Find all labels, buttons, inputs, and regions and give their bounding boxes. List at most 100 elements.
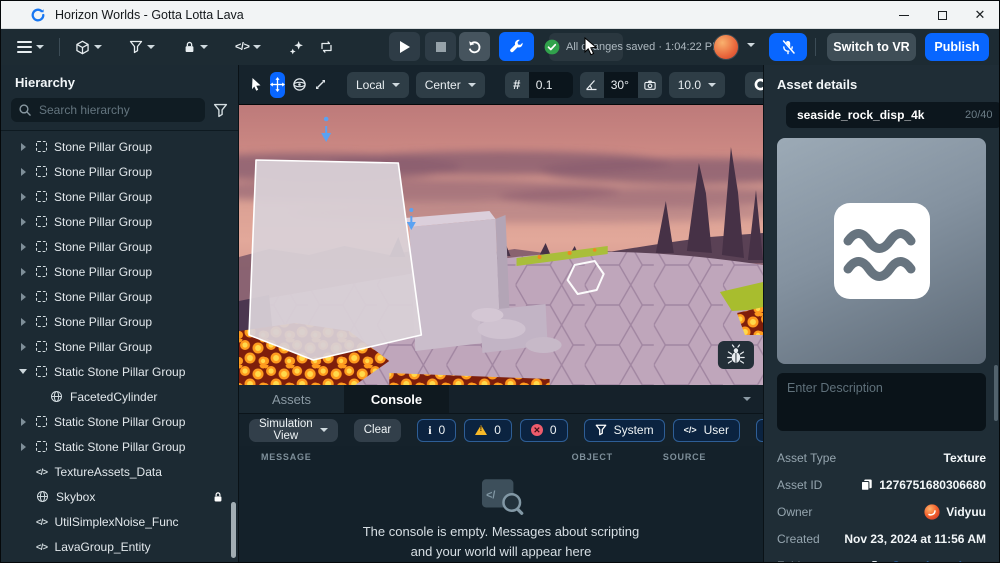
- main-toolbar: </> All changes saved · 1:04:22 PM Switc…: [1, 29, 999, 65]
- transform-space-dropdown[interactable]: Local: [347, 72, 409, 98]
- expand-caret-icon[interactable]: [21, 193, 26, 201]
- rotate-tool-button[interactable]: [292, 72, 307, 98]
- property-label: Folder: [777, 559, 811, 563]
- camera-speed-dropdown[interactable]: 10.0: [669, 72, 725, 98]
- info-filter-button[interactable]: i0: [417, 419, 456, 442]
- expand-caret-icon[interactable]: [21, 418, 26, 426]
- folder-icon: [871, 560, 885, 563]
- texture-preview: [777, 138, 986, 364]
- asset-name-field[interactable]: 20/40: [786, 102, 1000, 128]
- hierarchy-item[interactable]: </>TextureAssets_Data: [1, 459, 238, 484]
- mic-mute-button[interactable]: [769, 33, 807, 61]
- hierarchy-item[interactable]: FacetedCylinder: [1, 384, 238, 409]
- account-chevron-icon[interactable]: [747, 43, 755, 47]
- pivot-dropdown[interactable]: Center: [416, 72, 485, 98]
- user-filter-button[interactable]: </> User: [673, 419, 740, 442]
- hierarchy-item[interactable]: Stone Pillar Group: [1, 334, 238, 359]
- hierarchy-item[interactable]: </>UtilSimplexNoise_Func: [1, 509, 238, 534]
- expand-caret-icon[interactable]: [21, 168, 26, 176]
- build-objects-dropdown[interactable]: [75, 32, 102, 62]
- hierarchy-item[interactable]: Stone Pillar Group: [1, 209, 238, 234]
- hierarchy-item[interactable]: Stone Pillar Group: [1, 234, 238, 259]
- selected-pillar-box[interactable]: [249, 160, 421, 360]
- error-filter-button[interactable]: ✕0: [520, 419, 568, 442]
- publish-button[interactable]: Publish: [925, 33, 989, 61]
- expand-caret-icon[interactable]: [21, 218, 26, 226]
- angle-snap-input[interactable]: [604, 72, 638, 98]
- panel-collapse-chevron-icon[interactable]: [743, 385, 751, 413]
- clear-button[interactable]: Clear: [354, 419, 401, 442]
- select-tool-button[interactable]: [249, 72, 263, 98]
- property-value[interactable]: Gotta Lotta Lava: [891, 559, 986, 563]
- expand-caret-icon[interactable]: [21, 443, 26, 451]
- play-icon: [400, 41, 410, 53]
- scale-tool-button[interactable]: [314, 72, 327, 98]
- debug-button[interactable]: [718, 341, 754, 369]
- char-counter: 20/40: [965, 109, 993, 121]
- expand-caret-icon[interactable]: [21, 343, 26, 351]
- expand-caret-icon[interactable]: [21, 293, 26, 301]
- hierarchy-item[interactable]: Stone Pillar Group: [1, 159, 238, 184]
- hierarchy-search[interactable]: [11, 98, 205, 122]
- hierarchy-item[interactable]: Stone Pillar Group: [1, 309, 238, 334]
- view-mode-dropdown[interactable]: Simulation View: [249, 419, 338, 442]
- hierarchy-item[interactable]: Stone Pillar Group: [1, 134, 238, 159]
- hierarchy-item[interactable]: Static Stone Pillar Group: [1, 409, 238, 434]
- viewport-3d-scene[interactable]: [239, 105, 763, 385]
- move-tool-button[interactable]: [270, 72, 285, 98]
- user-avatar[interactable]: [713, 34, 739, 60]
- script-icon: </>: [36, 542, 48, 552]
- hierarchy-item[interactable]: Static Stone Pillar Group: [1, 434, 238, 459]
- asset-description-input[interactable]: [777, 373, 986, 431]
- mic-muted-icon: [781, 40, 795, 55]
- hierarchy-item[interactable]: Stone Pillar Group: [1, 184, 238, 209]
- column-object: OBJECT: [572, 452, 613, 462]
- reset-button[interactable]: [459, 32, 490, 61]
- group-icon: [36, 291, 47, 302]
- capture-frame-button[interactable]: [319, 32, 334, 62]
- tab-assets[interactable]: Assets: [239, 385, 344, 413]
- property-row: Asset TypeTexture: [777, 444, 986, 471]
- gizmos-dropdown[interactable]: [129, 32, 155, 62]
- expand-caret-icon[interactable]: [21, 318, 26, 326]
- lock-icon: [183, 40, 196, 54]
- expand-caret-icon[interactable]: [21, 143, 26, 151]
- minimize-button[interactable]: [885, 1, 923, 29]
- copy-icon[interactable]: [860, 478, 873, 491]
- effects-button[interactable]: [289, 32, 304, 62]
- collapse-caret-icon[interactable]: [19, 369, 27, 374]
- lock-tools-dropdown[interactable]: [183, 32, 208, 62]
- build-tools-button[interactable]: [499, 32, 534, 61]
- hamburger-icon: [17, 41, 32, 53]
- system-filter-button[interactable]: System: [584, 419, 665, 442]
- hierarchy-item[interactable]: Static Stone Pillar Group: [1, 359, 238, 384]
- play-button[interactable]: [389, 32, 420, 61]
- camera-snap-button[interactable]: [638, 72, 662, 98]
- cube-icon: [75, 40, 90, 55]
- main-menu-button[interactable]: [17, 32, 44, 62]
- scripts-dropdown[interactable]: </>: [235, 32, 261, 62]
- filter-icon[interactable]: [213, 103, 228, 118]
- hierarchy-item[interactable]: Stone Pillar Group: [1, 259, 238, 284]
- info-icon: i: [428, 423, 431, 438]
- asset-name-input[interactable]: [795, 107, 959, 123]
- hierarchy-item[interactable]: </>LavaGroup_Entity: [1, 534, 238, 559]
- title-bar: Horizon Worlds - Gotta Lotta Lava ✕: [1, 1, 999, 29]
- close-button[interactable]: ✕: [961, 1, 999, 29]
- property-label: Asset Type: [777, 451, 836, 465]
- console-tabbar: Assets Console: [239, 385, 763, 413]
- switch-to-vr-button[interactable]: Switch to VR: [827, 33, 916, 61]
- maximize-button[interactable]: [923, 1, 961, 29]
- owner-avatar: [924, 504, 940, 520]
- hierarchy-scrollbar[interactable]: [231, 502, 236, 558]
- grid-snap-input[interactable]: [529, 72, 573, 98]
- expand-caret-icon[interactable]: [21, 268, 26, 276]
- tab-console[interactable]: Console: [344, 385, 449, 413]
- panel-scrollbar[interactable]: [994, 365, 998, 421]
- stop-button[interactable]: [425, 32, 456, 61]
- hierarchy-item[interactable]: Stone Pillar Group: [1, 284, 238, 309]
- warning-filter-button[interactable]: 0: [464, 419, 512, 442]
- hierarchy-search-input[interactable]: [37, 102, 197, 118]
- hierarchy-item[interactable]: Skybox: [1, 484, 238, 509]
- expand-caret-icon[interactable]: [21, 243, 26, 251]
